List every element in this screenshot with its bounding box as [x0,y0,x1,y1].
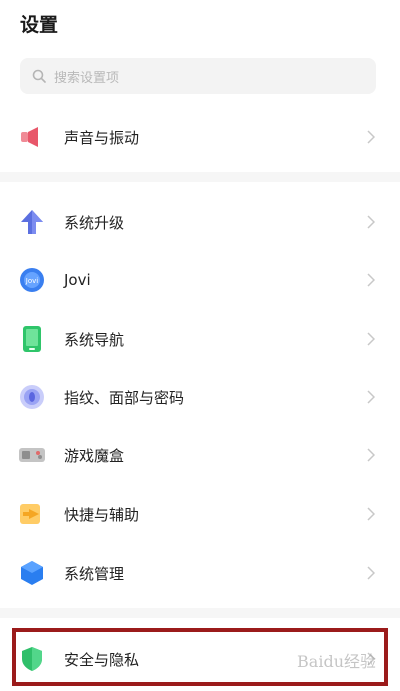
jovi-icon: Jovi [18,266,46,294]
settings-item-fingerprint-face-password[interactable]: 指纹、面部与密码 [0,368,400,426]
watermark: Baidu经验 [297,652,376,671]
settings-item-label: 声音与振动 [64,128,140,147]
speaker-icon [18,123,46,151]
settings-item-system-management[interactable]: 系统管理 [0,544,400,602]
settings-item-label: 游戏魔盒 [64,446,125,465]
chevron-right-icon [362,273,380,287]
svg-text:Jovi: Jovi [25,277,38,285]
page-title: 设置 [20,14,59,36]
chevron-right-icon [362,390,380,404]
chevron-right-icon [362,130,380,144]
chevron-right-icon [362,566,380,580]
settings-item-sound[interactable]: 声音与振动 [0,108,400,166]
section-divider [0,608,400,618]
settings-item-label: 系统管理 [64,564,125,583]
settings-item-system-upgrade[interactable]: 系统升级 [0,193,400,251]
shortcut-icon [18,500,46,528]
search-icon [24,69,54,83]
settings-item-label: Jovi [64,271,91,289]
search-placeholder: 搜索设置项 [54,70,120,86]
upgrade-arrow-icon [18,208,46,236]
section-divider [0,172,400,182]
settings-item-shortcuts-accessibility[interactable]: 快捷与辅助 [0,485,400,543]
chevron-right-icon [362,507,380,521]
game-box-icon [18,441,46,469]
system-manage-icon [18,559,46,587]
settings-item-label: 系统升级 [64,213,125,232]
settings-item-game-box[interactable]: 游戏魔盒 [0,426,400,484]
settings-item-label: 指纹、面部与密码 [64,388,185,407]
settings-item-jovi[interactable]: Jovi Jovi [0,251,400,309]
settings-item-label: 系统导航 [64,330,125,349]
settings-item-label: 快捷与辅助 [64,505,140,524]
phone-nav-icon [18,325,46,353]
settings-item-system-navigation[interactable]: 系统导航 [0,310,400,368]
search-input[interactable]: 搜索设置项 [20,58,376,94]
chevron-right-icon [362,448,380,462]
fingerprint-icon [18,383,46,411]
chevron-right-icon [362,215,380,229]
chevron-right-icon [362,332,380,346]
